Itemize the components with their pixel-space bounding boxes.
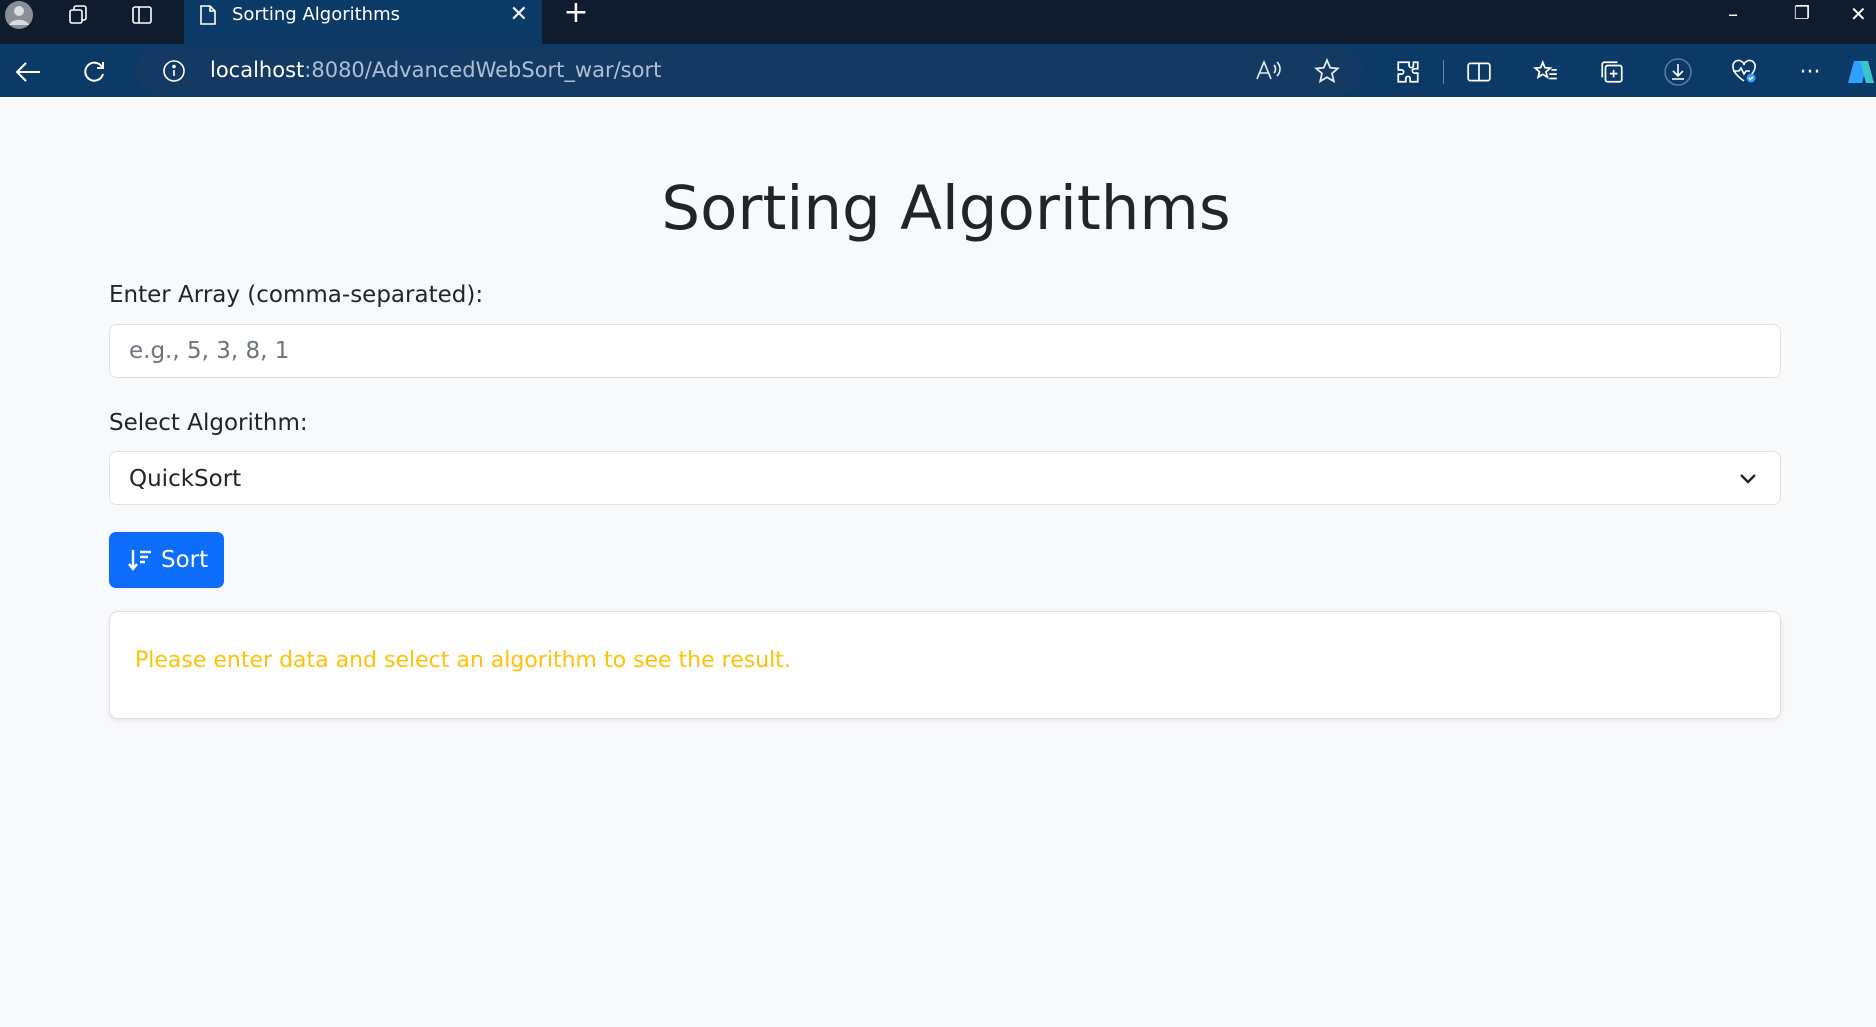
sort-button[interactable]: Sort	[109, 532, 224, 588]
url-text[interactable]: localhost:8080/AdvancedWebSort_war/sort	[210, 55, 661, 85]
split-screen-icon[interactable]	[1459, 52, 1499, 92]
page-content: Sorting Algorithms Enter Array (comma-se…	[0, 97, 1876, 1027]
minimize-icon[interactable]: –	[1713, 0, 1753, 28]
read-aloud-icon[interactable]	[1250, 53, 1286, 89]
extensions-icon[interactable]	[1388, 52, 1428, 92]
tab-close-icon[interactable]: ✕	[510, 3, 528, 27]
more-options-icon[interactable]: ···	[1790, 52, 1830, 92]
favorite-star-icon[interactable]	[1309, 53, 1345, 89]
tab-actions-icon[interactable]	[127, 0, 157, 30]
algorithm-selected-value: QuickSort	[129, 466, 242, 492]
favorites-list-icon[interactable]	[1526, 52, 1566, 92]
new-tab-icon[interactable]: +	[561, 0, 591, 28]
downloads-icon[interactable]	[1658, 52, 1698, 92]
page-icon	[196, 0, 220, 30]
copilot-icon[interactable]	[1846, 52, 1876, 92]
active-tab[interactable]: Sorting Algorithms ✕	[184, 0, 542, 46]
site-info-icon[interactable]	[156, 53, 192, 89]
sort-button-label: Sort	[161, 547, 209, 573]
result-card: Please enter data and select an algorith…	[109, 611, 1781, 719]
collections-icon[interactable]	[1592, 52, 1632, 92]
page-title: Sorting Algorithms	[661, 173, 1231, 244]
back-arrow-icon[interactable]	[8, 52, 48, 92]
refresh-icon[interactable]	[74, 52, 114, 92]
algorithm-label: Select Algorithm:	[109, 410, 308, 436]
profile-icon[interactable]	[2, 0, 36, 30]
restore-icon[interactable]: ❐	[1782, 0, 1822, 28]
chevron-down-icon	[1740, 474, 1756, 484]
browser-essentials-icon[interactable]	[1724, 52, 1764, 92]
workspaces-icon[interactable]	[64, 0, 94, 30]
close-window-icon[interactable]: ✕	[1850, 0, 1876, 28]
algorithm-select[interactable]: QuickSort	[109, 451, 1781, 505]
address-bar[interactable]: localhost:8080/AdvancedWebSort_war/sort	[136, 47, 1363, 94]
array-input[interactable]	[110, 325, 1729, 377]
browser-toolbar: localhost:8080/AdvancedWebSort_war/sort …	[0, 44, 1876, 97]
array-input-wrapper	[109, 324, 1781, 378]
browser-titlebar: Sorting Algorithms ✕ + – ❐ ✕	[0, 0, 1876, 46]
tab-title: Sorting Algorithms	[232, 4, 400, 25]
sort-down-icon	[128, 550, 151, 571]
array-label: Enter Array (comma-separated):	[109, 282, 484, 308]
result-message: Please enter data and select an algorith…	[135, 648, 791, 673]
toolbar-divider	[1443, 60, 1444, 84]
